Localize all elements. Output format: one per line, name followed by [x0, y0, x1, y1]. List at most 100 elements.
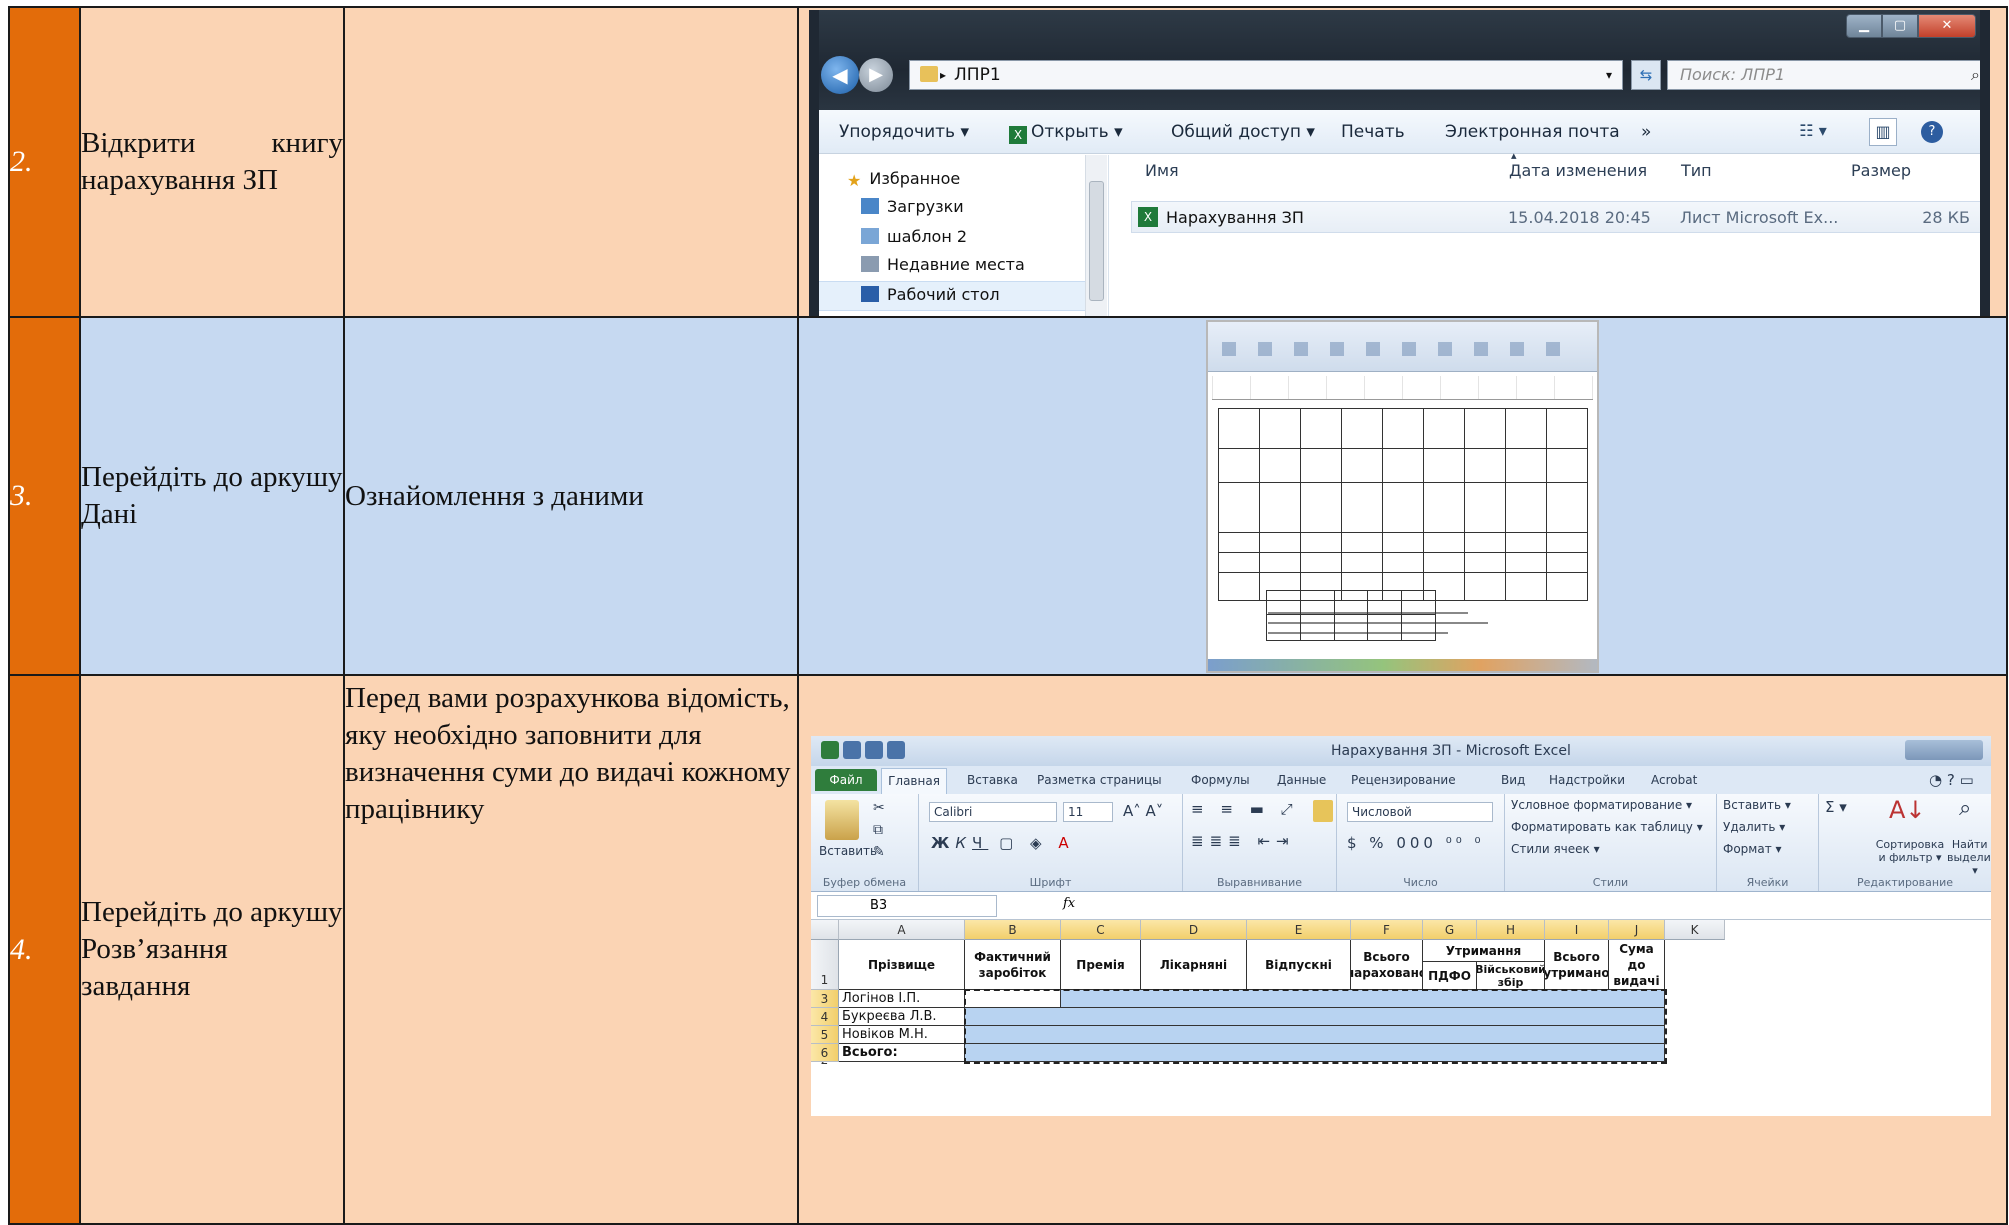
format-as-table-button[interactable]: Форматировать как таблицу ▾ [1511, 820, 1703, 834]
column-header-size[interactable]: Размер [1851, 161, 1911, 180]
maximize-icon[interactable]: ▢ [1882, 14, 1918, 38]
find-select-button[interactable]: Найти и выделить ▾ [1947, 838, 1991, 877]
nav-item-downloads[interactable]: Загрузки [861, 197, 964, 216]
paste-button[interactable]: Вставить [819, 844, 877, 858]
sort-filter-icon[interactable]: A↓ [1889, 796, 1926, 824]
align-icons[interactable]: ≣≣≣ ⇤⇥ [1191, 832, 1295, 850]
minimize-icon[interactable]: ▁ [1846, 14, 1882, 38]
select-all-corner[interactable] [811, 920, 839, 940]
column-header[interactable]: J [1609, 920, 1665, 940]
nav-item-template[interactable]: шаблон 2 [861, 227, 967, 246]
column-header-date[interactable]: Дата изменения [1509, 161, 1647, 180]
number-buttons[interactable]: $ % 000 ⁰⁰ ⁰ [1347, 834, 1485, 852]
save-icon[interactable] [843, 741, 861, 759]
total-label-cell[interactable]: Всього: [839, 1044, 965, 1062]
column-header[interactable]: I [1545, 920, 1609, 940]
header-actual-earnings[interactable]: Фактичний заробіток [965, 940, 1061, 990]
cell-styles-button[interactable]: Стили ячеек ▾ [1511, 842, 1600, 856]
tab-file[interactable]: Файл [815, 769, 877, 791]
back-arrow-icon[interactable]: ◀ [821, 56, 859, 94]
header-military-levy[interactable]: Військовий збір [1477, 962, 1545, 990]
paste-icon[interactable] [825, 800, 859, 840]
email-button[interactable]: Электронная почта [1445, 122, 1620, 142]
search-input[interactable]: Поиск: ЛПР1 ⌕ [1667, 60, 1989, 90]
data-range-row[interactable] [1061, 990, 1665, 1008]
copy-icon[interactable]: ⧉ [873, 822, 883, 838]
nav-item-favorites[interactable]: ★ Избранное [847, 169, 960, 190]
more-button[interactable]: » [1641, 122, 1651, 142]
surname-cell[interactable]: Букреєва Л.В. [839, 1008, 965, 1026]
dropdown-icon[interactable]: ▾ [1606, 61, 1612, 89]
number-format-select[interactable]: Числовой [1347, 802, 1493, 822]
column-header[interactable]: H [1477, 920, 1545, 940]
insert-cells-button[interactable]: Вставить ▾ [1723, 798, 1791, 812]
column-header[interactable]: F [1351, 920, 1423, 940]
window-controls[interactable] [1905, 740, 1983, 760]
surname-cell[interactable]: Логінов І.П. [839, 990, 965, 1008]
font-style-buttons[interactable]: ЖКЧ ▢ ◈ A [931, 834, 1075, 852]
search-icon[interactable]: ⌕ [1971, 61, 1980, 89]
tab-formulas[interactable]: Формулы [1191, 773, 1250, 787]
find-select-icon[interactable]: ⌕ [1959, 796, 1971, 821]
forward-arrow-icon[interactable]: ▶ [859, 58, 893, 92]
row-header[interactable]: 5 [811, 1026, 839, 1044]
format-cells-button[interactable]: Формат ▾ [1723, 842, 1782, 856]
name-box[interactable]: B3 [817, 895, 997, 917]
tab-page-layout[interactable]: Разметка страницы [1037, 773, 1162, 787]
column-header[interactable]: A [839, 920, 965, 940]
header-pdfo[interactable]: ПДФО [1423, 962, 1477, 990]
column-header[interactable]: G [1423, 920, 1477, 940]
refresh-icon[interactable]: ⇆ [1631, 60, 1661, 90]
close-icon[interactable]: ✕ [1918, 14, 1976, 38]
view-options-icon[interactable]: ☷ ▾ [1799, 118, 1827, 146]
column-header[interactable]: D [1141, 920, 1247, 940]
row-header[interactable]: 4 [811, 1008, 839, 1026]
column-header[interactable]: C [1061, 920, 1141, 940]
help-icon[interactable]: ? [1921, 121, 1943, 143]
header-surname[interactable]: Прізвище [839, 940, 965, 990]
tab-review[interactable]: Рецензирование [1351, 773, 1456, 787]
header-sick-pay[interactable]: Лікарняні [1141, 940, 1247, 990]
conditional-format-button[interactable]: Условное форматирование ▾ [1511, 798, 1692, 812]
tab-acrobat[interactable]: Acrobat [1651, 773, 1697, 787]
column-header-name[interactable]: Имя [1145, 161, 1179, 180]
undo-icon[interactable] [865, 741, 883, 759]
delete-cells-button[interactable]: Удалить ▾ [1723, 820, 1785, 834]
font-size-select[interactable]: 11 [1063, 802, 1113, 822]
organize-button[interactable]: Упорядочить ▾ [839, 122, 969, 142]
column-header[interactable]: B [965, 920, 1061, 940]
preview-pane-icon[interactable]: ▥ [1869, 118, 1897, 146]
cut-icon[interactable]: ✂ [873, 800, 885, 816]
header-total-deducted[interactable]: Всього утримано [1545, 940, 1609, 990]
print-button[interactable]: Печать [1341, 122, 1405, 142]
nav-scrollbar[interactable] [1085, 155, 1107, 316]
open-button[interactable]: X Открыть ▾ [1009, 122, 1123, 144]
header-amount-to-pay[interactable]: Сума до видачі [1609, 940, 1665, 990]
sort-filter-button[interactable]: Сортировка и фильтр ▾ [1875, 838, 1945, 864]
active-cell[interactable] [965, 990, 1061, 1008]
surname-cell[interactable]: Новіков М.Н. [839, 1026, 965, 1044]
tab-data[interactable]: Данные [1277, 773, 1326, 787]
address-bar[interactable]: ▸ ЛПР1 ▾ [909, 60, 1623, 90]
column-header[interactable]: K [1665, 920, 1725, 940]
row-header[interactable]: 12 [811, 940, 839, 1067]
redo-icon[interactable] [887, 741, 905, 759]
align-top-icons[interactable]: ≡ ≡ ▬ ⤢ [1191, 800, 1299, 818]
tab-insert[interactable]: Вставка [967, 773, 1018, 787]
share-button[interactable]: Общий доступ ▾ [1171, 122, 1315, 142]
font-name-select[interactable]: Calibri [929, 802, 1057, 822]
row-header[interactable]: 3 [811, 990, 839, 1008]
nav-item-desktop[interactable]: Рабочий стол [861, 285, 1000, 304]
data-range-row[interactable] [965, 1008, 1665, 1026]
nav-item-recent[interactable]: Недавние места [861, 255, 1025, 274]
data-range-row[interactable] [965, 1026, 1665, 1044]
header-deductions[interactable]: Утримання [1423, 940, 1545, 962]
help-icon[interactable]: ◔ ? ▭ [1929, 771, 1974, 789]
format-painter-icon[interactable]: ✎ [873, 844, 885, 860]
header-vacation-pay[interactable]: Відпускні [1247, 940, 1351, 990]
header-total-accrued[interactable]: Всього нараховано [1351, 940, 1423, 990]
row-header[interactable]: 6 [811, 1044, 839, 1062]
tab-home[interactable]: Главная [881, 768, 947, 794]
grow-shrink-font-icon[interactable]: A˄ A˅ [1123, 802, 1163, 820]
wrap-text-icon[interactable] [1313, 800, 1333, 822]
